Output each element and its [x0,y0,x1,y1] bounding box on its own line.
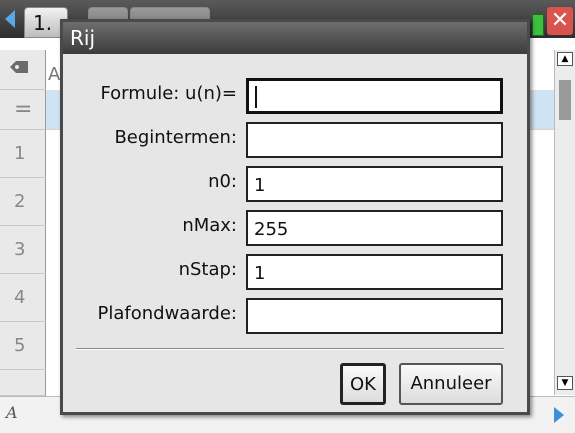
row-number: 1 [0,130,46,178]
n0-label: n0: [208,171,237,192]
battery-icon [532,14,544,36]
nmax-field-row: nMax: 255 [63,208,527,248]
cancel-button[interactable]: Annuleer [399,363,503,405]
formula-field-row: Formule: u(n)= [63,76,527,116]
dialog-title: Rij [63,22,527,54]
nstep-input[interactable]: 1 [246,254,503,290]
row-number: 5 [0,322,46,370]
initial-terms-field-row: Begintermen: [63,120,527,160]
nstep-field-row: nStap: 1 [63,252,527,292]
n0-field-row: n0: 1 [63,164,527,204]
scroll-up-icon[interactable]: ▲ [557,52,573,66]
ceiling-label: Plafondwaarde: [97,303,238,324]
formula-label: Formule: u(n)= [100,83,237,104]
dialog-separator [76,348,504,350]
scroll-down-icon[interactable]: ▼ [557,376,573,390]
scroll-thumb[interactable] [559,80,571,120]
row-number-partial [0,370,46,396]
vertical-scrollbar[interactable]: ▲ ▼ [554,50,575,395]
ok-button[interactable]: OK [340,363,386,405]
tag-icon-cell [0,50,46,90]
tag-icon [8,59,30,80]
ceiling-input[interactable] [246,298,503,334]
nmax-input[interactable]: 255 [246,210,503,246]
tab-1-label: 1. [33,11,53,35]
close-icon[interactable]: ✕ [547,7,573,35]
sequence-dialog: Rij Formule: u(n)= Begintermen: n0: 1 nM… [60,19,530,415]
column-a-header[interactable]: A [48,64,60,85]
nstep-label: nStap: [178,259,237,280]
arrow-right-icon[interactable] [554,407,564,423]
n0-input[interactable]: 1 [246,166,503,202]
row-number: 2 [0,178,46,226]
initial-terms-input[interactable] [246,122,503,158]
ceiling-field-row: Plafondwaarde: [63,296,527,336]
formula-input[interactable] [246,78,503,114]
nmax-label: nMax: [182,215,237,236]
formula-row-header: = [0,90,46,130]
row-number: 3 [0,226,46,274]
bottom-cell-label: A [6,403,18,422]
text-caret [255,86,257,108]
initial-terms-label: Begintermen: [114,127,237,148]
row-number: 4 [0,274,46,322]
arrow-left-icon[interactable] [5,10,15,28]
